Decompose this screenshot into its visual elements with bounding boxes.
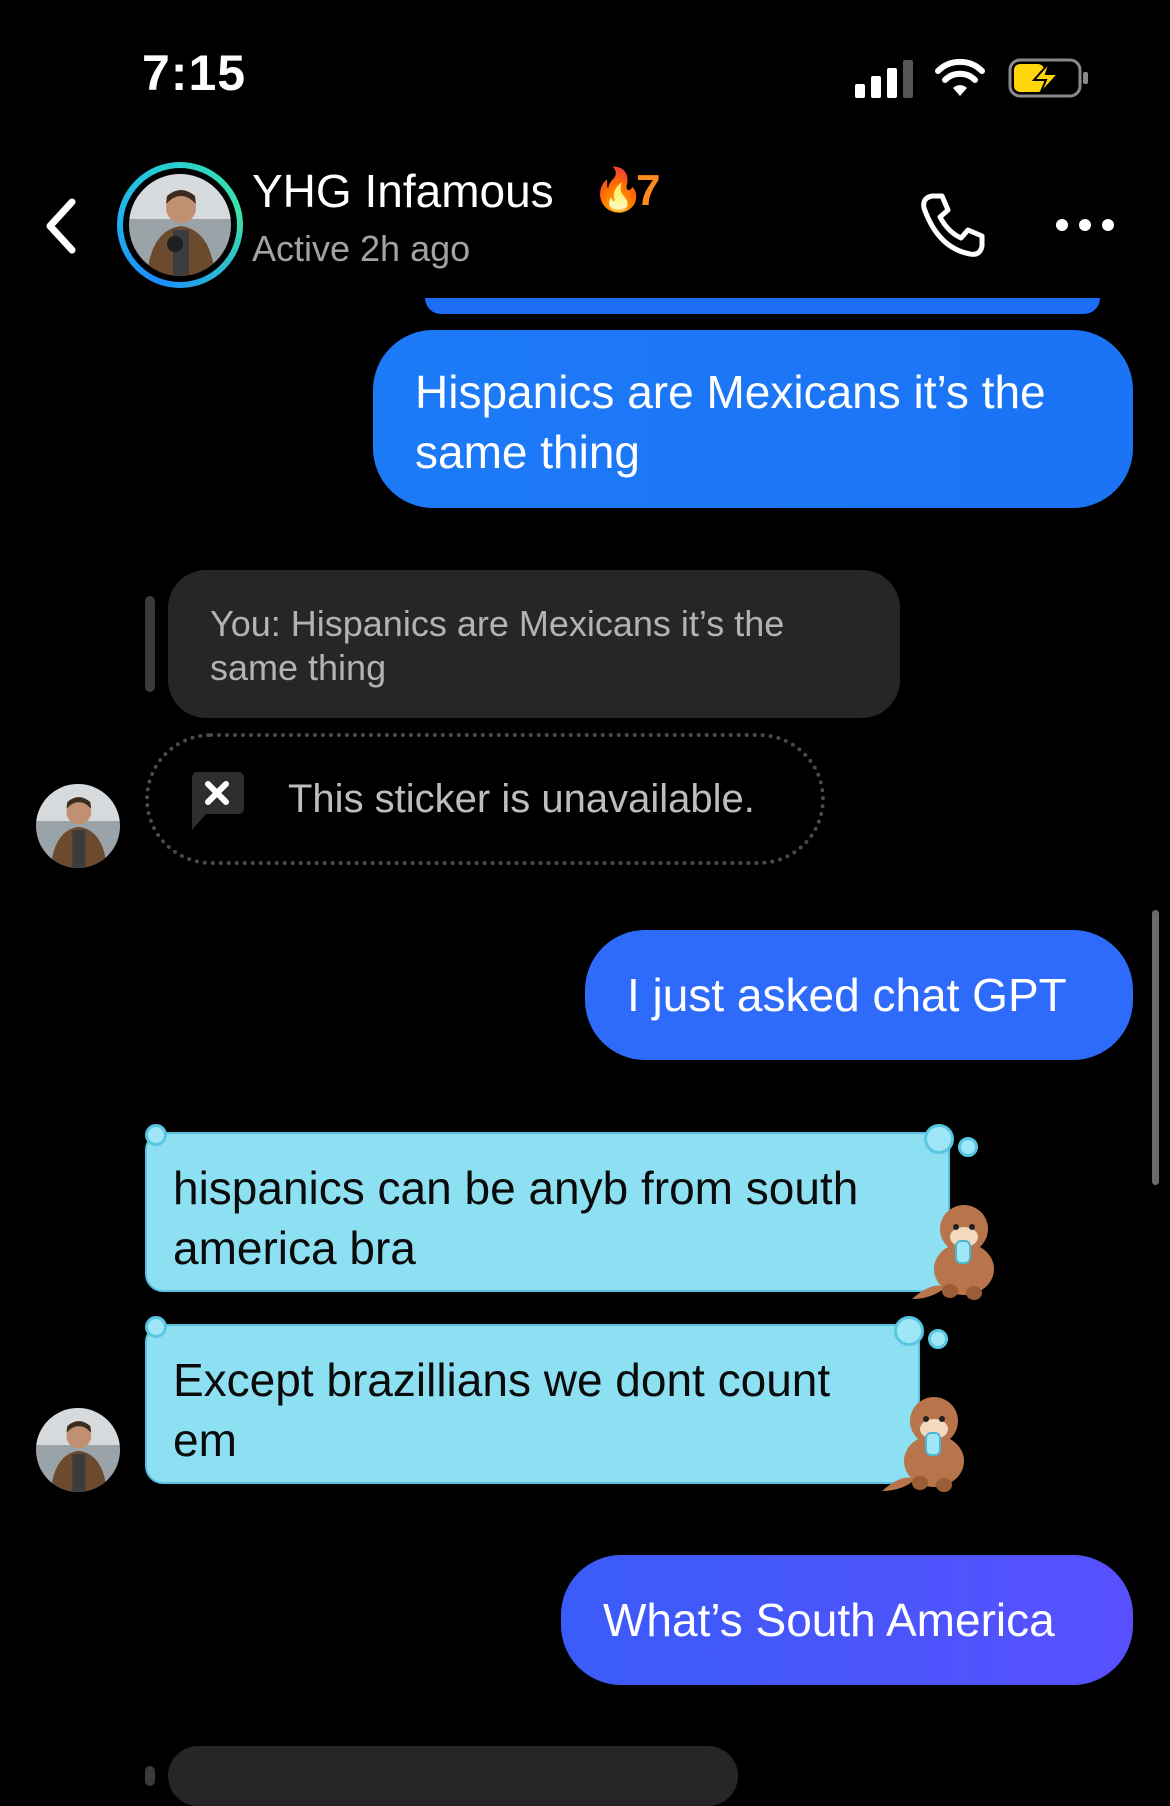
avatar[interactable]	[36, 1408, 120, 1492]
avatar-image	[36, 1408, 120, 1492]
bubble-decoration	[145, 1316, 167, 1338]
bubble-decoration	[894, 1316, 924, 1346]
battery-charging-icon	[1008, 58, 1088, 98]
reply-indicator-bar	[145, 1766, 155, 1786]
contact-avatar[interactable]	[117, 162, 243, 288]
avatar[interactable]	[36, 784, 120, 868]
bubble-decoration	[928, 1329, 948, 1349]
otter-sticker-icon	[882, 1397, 964, 1492]
previous-message-edge	[425, 298, 1100, 314]
bubble-decoration	[924, 1124, 954, 1154]
sticker-unavailable-text: This sticker is unavailable.	[288, 777, 755, 821]
streak-count: 7	[636, 166, 661, 215]
more-icon[interactable]	[1054, 210, 1116, 240]
outgoing-message[interactable]: What’s South America	[561, 1555, 1133, 1685]
status-time: 7:15	[142, 45, 247, 101]
outgoing-message[interactable]: I just asked chat GPT	[585, 930, 1133, 1060]
contact-name[interactable]: YHG Infamous	[252, 164, 554, 218]
avatar-image	[129, 174, 231, 276]
otter-sticker-icon	[912, 1205, 994, 1300]
cellular-signal-icon	[855, 60, 915, 98]
outgoing-message[interactable]: Hispanics are Mexicans it’s the same thi…	[373, 330, 1133, 508]
avatar-image	[36, 784, 120, 868]
sticker-unavailable-icon	[192, 772, 244, 830]
partial-message[interactable]	[168, 1746, 738, 1806]
incoming-message[interactable]: hispanics can be anyb from south america…	[145, 1132, 950, 1292]
wifi-icon	[935, 58, 985, 96]
back-icon[interactable]	[42, 196, 82, 256]
reply-indicator-bar	[145, 596, 155, 692]
bubble-decoration	[958, 1137, 978, 1157]
phone-icon[interactable]	[918, 190, 988, 260]
incoming-message[interactable]: Except brazillians we dont count em	[145, 1324, 920, 1484]
reply-preview[interactable]: You: Hispanics are Mexicans it’s the sam…	[168, 570, 900, 718]
active-status: Active 2h ago	[252, 228, 471, 269]
scrollbar[interactable]	[1152, 910, 1159, 1185]
bubble-decoration	[145, 1124, 167, 1146]
